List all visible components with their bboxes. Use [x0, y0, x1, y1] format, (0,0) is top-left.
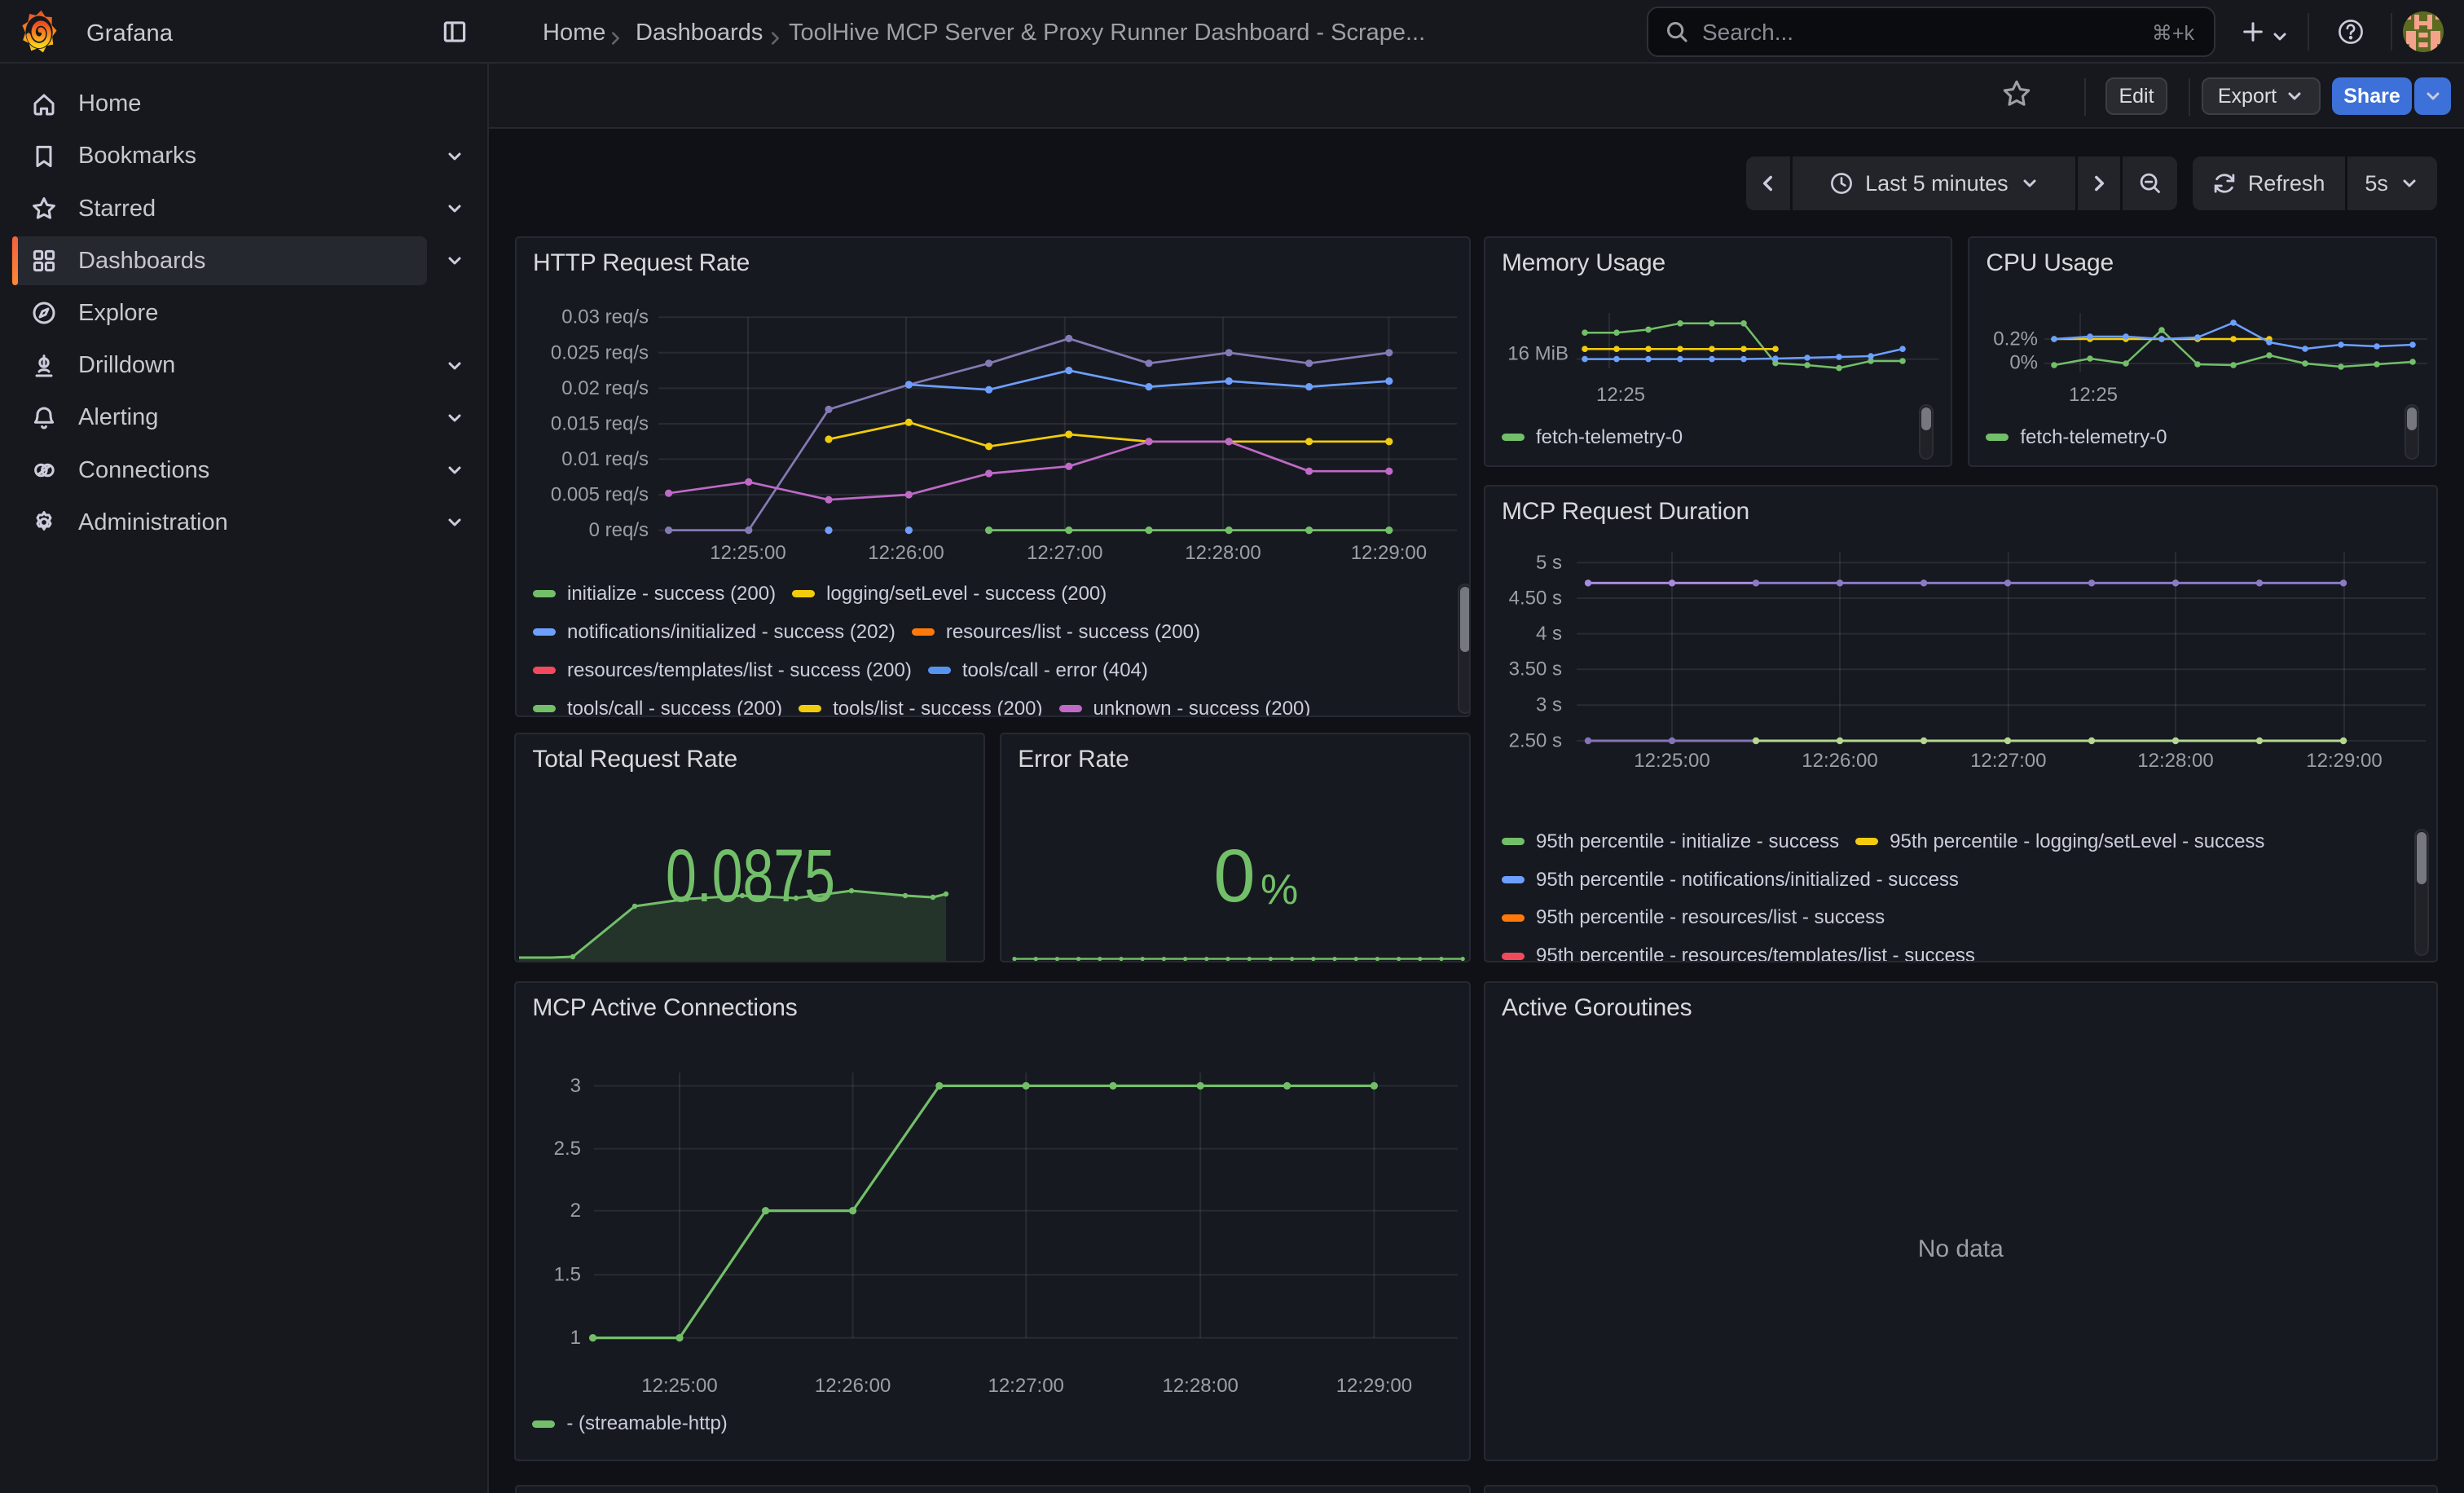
svg-text:0.025 req/s: 0.025 req/s	[551, 342, 649, 364]
svg-text:2.5: 2.5	[554, 1138, 581, 1160]
svg-text:12:26:00: 12:26:00	[1802, 750, 1877, 772]
svg-text:0.03 req/s: 0.03 req/s	[561, 306, 649, 328]
svg-text:12:25:00: 12:25:00	[1634, 750, 1709, 772]
svg-text:5 s: 5 s	[1536, 551, 1562, 573]
svg-text:12:25: 12:25	[1596, 384, 1645, 406]
svg-text:1: 1	[570, 1327, 581, 1349]
svg-text:3: 3	[570, 1074, 581, 1096]
svg-text:0%: 0%	[2010, 352, 2039, 374]
svg-text:2: 2	[570, 1200, 581, 1222]
svg-text:0.005 req/s: 0.005 req/s	[551, 484, 649, 506]
svg-text:12:28:00: 12:28:00	[1185, 542, 1261, 564]
svg-text:0.015 req/s: 0.015 req/s	[551, 413, 649, 435]
svg-text:12:26:00: 12:26:00	[868, 542, 944, 564]
svg-text:12:28:00: 12:28:00	[2137, 750, 2213, 772]
svg-text:12:27:00: 12:27:00	[1970, 750, 2046, 772]
svg-text:0.02 req/s: 0.02 req/s	[561, 377, 649, 399]
svg-text:12:25: 12:25	[2069, 384, 2118, 406]
svg-text:0.2%: 0.2%	[1994, 328, 2039, 350]
svg-text:2.50 s: 2.50 s	[1509, 729, 1562, 751]
svg-text:%: %	[1261, 866, 1298, 914]
svg-text:4.50 s: 4.50 s	[1509, 587, 1562, 609]
svg-text:4 s: 4 s	[1536, 623, 1562, 645]
svg-text:12:25:00: 12:25:00	[642, 1375, 718, 1397]
svg-text:0: 0	[1214, 835, 1256, 918]
svg-text:0.01 req/s: 0.01 req/s	[561, 448, 649, 470]
svg-text:3.50 s: 3.50 s	[1509, 658, 1562, 680]
svg-text:12:29:00: 12:29:00	[2306, 750, 2382, 772]
svg-text:0 req/s: 0 req/s	[589, 519, 649, 541]
svg-text:12:29:00: 12:29:00	[1351, 542, 1427, 564]
svg-text:12:29:00: 12:29:00	[1336, 1375, 1412, 1397]
svg-text:12:25:00: 12:25:00	[710, 542, 785, 564]
svg-text:16 MiB: 16 MiB	[1507, 343, 1569, 365]
svg-text:12:28:00: 12:28:00	[1163, 1375, 1239, 1397]
svg-text:3 s: 3 s	[1536, 694, 1562, 716]
svg-text:12:27:00: 12:27:00	[1027, 542, 1102, 564]
svg-text:12:27:00: 12:27:00	[988, 1375, 1064, 1397]
svg-text:1.5: 1.5	[554, 1263, 581, 1285]
svg-text:12:26:00: 12:26:00	[815, 1375, 891, 1397]
svg-text:0.0875: 0.0875	[666, 835, 835, 918]
